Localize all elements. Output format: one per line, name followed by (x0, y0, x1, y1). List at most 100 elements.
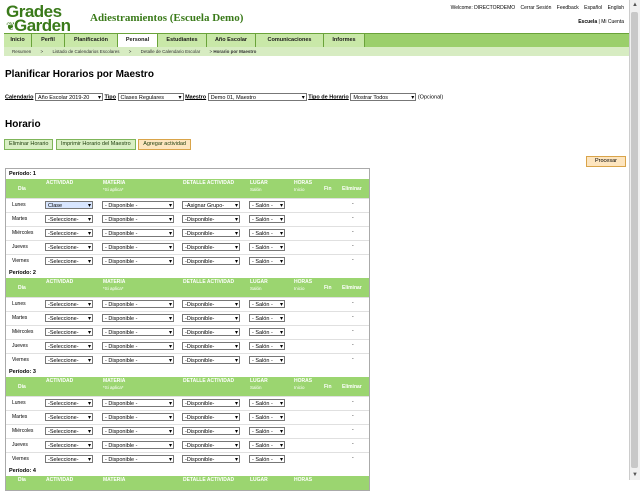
actividad-select[interactable]: -Seleccione- (45, 328, 93, 337)
detalle-select[interactable]: -Disponible- (182, 413, 240, 422)
detalle-select[interactable]: -Disponible- (182, 441, 240, 450)
crumb-listado[interactable]: Listado de Calendarios Escolares (52, 49, 119, 54)
materia-select[interactable]: - Disponible - (102, 201, 174, 210)
eliminar-row-link[interactable]: - (352, 201, 354, 207)
actividad-select[interactable]: -Seleccione- (45, 441, 93, 450)
imprimir-horario-button[interactable]: Imprimir Horario del Maestro (55, 139, 136, 150)
materia-select[interactable]: - Disponible - (102, 257, 174, 266)
eliminar-row-link[interactable]: - (352, 229, 354, 235)
nav-tab-inicio[interactable]: Inicio (4, 34, 32, 47)
lugar-select[interactable]: - Salón - (249, 229, 285, 238)
eliminar-row-link[interactable]: - (352, 215, 354, 221)
eliminar-row-link[interactable]: - (352, 328, 354, 334)
eliminar-row-link[interactable]: - (352, 314, 354, 320)
my-account-link[interactable]: Mi Cuenta (601, 19, 624, 25)
procesar-button[interactable]: Procesar (586, 156, 626, 167)
crumb-detalle[interactable]: Detalle de Calendario Escolar (141, 49, 201, 54)
eliminar-row-link[interactable]: - (352, 257, 354, 263)
maestro-select[interactable]: Demo 01, Maestro (207, 93, 307, 102)
detalle-select[interactable]: -Disponible- (182, 243, 240, 252)
scroll-down-icon[interactable]: ▼ (630, 470, 640, 480)
actividad-select[interactable]: -Seleccione- (45, 342, 93, 351)
detalle-select[interactable]: -Asignar Grupo- (182, 201, 240, 210)
eliminar-row-link[interactable]: - (352, 342, 354, 348)
tipo-horario-select[interactable]: Mostrar Todos (350, 93, 417, 102)
eliminar-row-link[interactable]: - (352, 356, 354, 362)
eliminar-row-link[interactable]: - (352, 300, 354, 306)
lugar-select[interactable]: - Salón - (249, 243, 285, 252)
scroll-thumb[interactable] (631, 12, 638, 468)
materia-select[interactable]: - Disponible - (102, 229, 174, 238)
detalle-select[interactable]: -Disponible- (182, 356, 240, 365)
nav-tab-estudiantes[interactable]: Estudiantes (158, 34, 207, 47)
materia-select[interactable]: - Disponible - (102, 455, 174, 464)
detalle-select[interactable]: -Disponible- (182, 229, 240, 238)
actividad-select[interactable]: -Seleccione- (45, 257, 93, 266)
materia-select[interactable]: - Disponible - (102, 441, 174, 450)
calendario-select[interactable]: Año Escolar 2019-20 (34, 93, 103, 102)
eliminar-row-link[interactable]: - (352, 441, 354, 447)
agregar-actividad-button[interactable]: Agregar actividad (138, 139, 191, 150)
eliminar-row-link[interactable]: - (352, 413, 354, 419)
materia-select[interactable]: - Disponible - (102, 356, 174, 365)
actividad-select[interactable]: -Seleccione- (45, 314, 93, 323)
materia-select[interactable]: - Disponible - (102, 243, 174, 252)
materia-select[interactable]: - Disponible - (102, 300, 174, 309)
lugar-select[interactable]: - Salón - (249, 328, 285, 337)
actividad-select[interactable]: -Seleccione- (45, 427, 93, 436)
actividad-select[interactable]: -Seleccione- (45, 413, 93, 422)
actividad-select[interactable]: -Seleccione- (45, 399, 93, 408)
detalle-select[interactable]: -Disponible- (182, 300, 240, 309)
eliminar-row-link[interactable]: - (352, 243, 354, 249)
materia-select[interactable]: - Disponible - (102, 427, 174, 436)
materia-select[interactable]: - Disponible - (102, 314, 174, 323)
lugar-select[interactable]: - Salón - (249, 314, 285, 323)
detalle-select[interactable]: -Disponible- (182, 342, 240, 351)
eliminar-row-link[interactable]: - (352, 427, 354, 433)
lugar-select[interactable]: - Salón - (249, 300, 285, 309)
english-link[interactable]: English (608, 5, 624, 11)
lugar-select[interactable]: - Salón - (249, 455, 285, 464)
actividad-select[interactable]: -Seleccione- (45, 243, 93, 252)
feedback-link[interactable]: Feedback (557, 5, 579, 11)
nav-tab-ano-escolar[interactable]: Año Escolar (207, 34, 256, 47)
actividad-select[interactable]: -Seleccione- (45, 229, 93, 238)
crumb-resumen[interactable]: Resumen (12, 49, 31, 54)
lugar-select[interactable]: - Salón - (249, 427, 285, 436)
lugar-select[interactable]: - Salón - (249, 201, 285, 210)
eliminar-horario-button[interactable]: Eliminar Horario (4, 139, 54, 150)
detalle-select[interactable]: -Disponible- (182, 427, 240, 436)
nav-tab-perfil[interactable]: Perfil (32, 34, 65, 47)
actividad-select[interactable]: -Seleccione- (45, 356, 93, 365)
nav-tab-comunicaciones[interactable]: Comunicaciones (256, 34, 324, 47)
actividad-select[interactable]: Clase (45, 201, 93, 210)
scroll-up-icon[interactable]: ▲ (630, 0, 640, 10)
materia-select[interactable]: - Disponible - (102, 342, 174, 351)
actividad-select[interactable]: -Seleccione- (45, 215, 93, 224)
materia-select[interactable]: - Disponible - (102, 215, 174, 224)
school-link[interactable]: Escuela (578, 19, 597, 25)
materia-select[interactable]: - Disponible - (102, 328, 174, 337)
detalle-select[interactable]: -Disponible- (182, 257, 240, 266)
detalle-select[interactable]: -Disponible- (182, 215, 240, 224)
detalle-select[interactable]: -Disponible- (182, 314, 240, 323)
detalle-select[interactable]: -Disponible- (182, 328, 240, 337)
lugar-select[interactable]: - Salón - (249, 356, 285, 365)
nav-tab-planificacion[interactable]: Planificación (65, 34, 118, 47)
nav-tab-informes[interactable]: Informes (324, 34, 365, 47)
grades-garden-logo[interactable]: Grades Garden ❦ (6, 3, 84, 34)
detalle-select[interactable]: -Disponible- (182, 455, 240, 464)
lugar-select[interactable]: - Salón - (249, 215, 285, 224)
spanish-link[interactable]: Español (584, 5, 602, 11)
lugar-select[interactable]: - Salón - (249, 399, 285, 408)
lugar-select[interactable]: - Salón - (249, 441, 285, 450)
nav-tab-personal[interactable]: Personal (118, 34, 158, 47)
actividad-select[interactable]: -Seleccione- (45, 455, 93, 464)
materia-select[interactable]: - Disponible - (102, 399, 174, 408)
lugar-select[interactable]: - Salón - (249, 413, 285, 422)
logout-link[interactable]: Cerrar Sesión (521, 5, 552, 11)
lugar-select[interactable]: - Salón - (249, 342, 285, 351)
lugar-select[interactable]: - Salón - (249, 257, 285, 266)
materia-select[interactable]: - Disponible - (102, 413, 174, 422)
vertical-scrollbar[interactable]: ▲ ▼ (629, 0, 640, 480)
